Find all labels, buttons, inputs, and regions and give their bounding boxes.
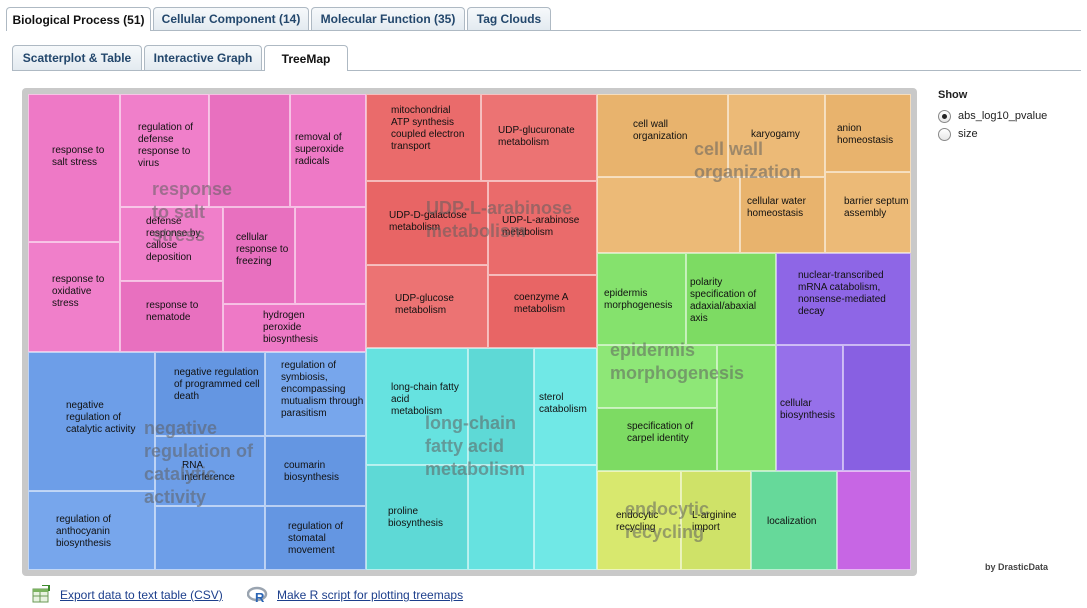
tab-tag-clouds[interactable]: Tag Clouds <box>467 7 551 30</box>
r-logo-icon[interactable]: R <box>246 585 269 605</box>
treemap-cell[interactable]: UDP-D-galactose metabolism <box>366 181 488 265</box>
treemap-cell[interactable]: defense response by callose deposition <box>120 207 223 281</box>
treemap-cell[interactable]: cell wall organization <box>597 94 728 177</box>
treemap-cell[interactable]: response to salt stress <box>28 94 120 242</box>
treemap-cell[interactable] <box>837 471 911 570</box>
treemap-cell[interactable] <box>468 348 534 465</box>
treemap-cell[interactable]: barrier septum assembly <box>825 172 911 253</box>
treemap-cell[interactable]: nuclear-transcribed mRNA catabolism, non… <box>776 253 911 345</box>
treemap: response to salt stress regulation of de… <box>28 94 911 570</box>
treemap-cell[interactable] <box>295 207 366 304</box>
tab-cellular-component[interactable]: Cellular Component (14) <box>153 7 309 30</box>
radio-icon[interactable] <box>938 127 951 141</box>
treemap-cell[interactable]: endocytic recycling <box>597 471 681 570</box>
svg-text:R: R <box>255 590 265 605</box>
treemap-cell[interactable]: UDP-glucose metabolism <box>366 265 488 348</box>
treemap-cell[interactable]: localization <box>751 471 837 570</box>
treemap-cell[interactable]: UDP-L-arabinose metabolism <box>488 181 597 275</box>
treemap-cell[interactable]: cellular biosynthesis <box>776 345 843 471</box>
treemap-cell[interactable]: coenzyme A metabolism <box>488 275 597 348</box>
treemap-cell[interactable] <box>717 345 776 471</box>
treemap-cell[interactable]: negative regulation of catalytic activit… <box>28 352 155 491</box>
tab-bar-divider <box>6 30 1081 31</box>
treemap-cell[interactable]: cellular response to freezing <box>223 207 295 304</box>
option-size[interactable]: size <box>938 125 1047 143</box>
treemap-cell[interactable]: cellular water homeostasis <box>740 177 825 253</box>
treemap-cell[interactable]: negative regulation of programmed cell d… <box>155 352 265 436</box>
treemap-cell[interactable]: coumarin biosynthesis <box>265 436 366 506</box>
treemap-cell[interactable]: specification of carpel identity <box>597 408 717 471</box>
r-script-link[interactable]: Make R script for plotting treemaps <box>277 588 463 602</box>
subtab-treemap[interactable]: TreeMap <box>264 45 348 71</box>
treemap-cell[interactable]: karyogamy <box>728 94 825 177</box>
treemap-cell[interactable] <box>155 506 265 570</box>
treemap-cell[interactable]: epidermis morphogenesis <box>597 253 686 345</box>
treemap-cell[interactable]: mitochondrial ATP synthesis coupled elec… <box>366 94 481 181</box>
treemap-cell[interactable]: regulation of defense response to virus <box>120 94 209 207</box>
option-label: size <box>958 128 978 140</box>
treemap-cell[interactable]: UDP-glucuronate metabolism <box>481 94 597 181</box>
option-label: abs_log10_pvalue <box>958 110 1048 122</box>
treemap-frame: response to salt stress regulation of de… <box>22 88 917 576</box>
treemap-cell[interactable]: removal of superoxide radicals <box>290 94 366 207</box>
radio-selected-icon[interactable] <box>938 109 951 123</box>
treemap-cell[interactable]: response to nematode <box>120 281 223 352</box>
export-link-row: Export data to text table (CSV) <box>30 584 223 605</box>
treemap-cell[interactable]: polarity specification of adaxial/abaxia… <box>686 253 776 345</box>
treemap-cell[interactable] <box>209 94 290 207</box>
treemap-cell[interactable] <box>597 177 740 253</box>
treemap-cell[interactable] <box>468 465 534 570</box>
treemap-cell[interactable] <box>534 465 597 570</box>
treemap-cell[interactable]: L-arginine import <box>681 471 751 570</box>
tab-biological-process[interactable]: Biological Process (51) <box>6 7 151 31</box>
treemap-cell[interactable]: long-chain fatty acid metabolism <box>366 348 468 465</box>
show-panel: Show abs_log10_pvalue size <box>938 89 1047 143</box>
rscript-link-row: R Make R script for plotting treemaps <box>246 585 463 605</box>
treemap-cell[interactable] <box>597 345 717 408</box>
treemap-cell[interactable]: regulation of stomatal movement <box>265 506 366 570</box>
export-csv-link[interactable]: Export data to text table (CSV) <box>60 588 223 602</box>
treemap-cell[interactable]: anion homeostasis <box>825 94 911 172</box>
treemap-cell[interactable]: regulation of symbiosis, encompassing mu… <box>265 352 366 436</box>
subtab-interactive-graph[interactable]: Interactive Graph <box>144 45 262 70</box>
option-abs-log10-pvalue[interactable]: abs_log10_pvalue <box>938 107 1047 125</box>
treemap-cell[interactable]: RNA interference <box>155 436 265 506</box>
tab-molecular-function[interactable]: Molecular Function (35) <box>311 7 465 30</box>
treemap-cell[interactable]: proline biosynthesis <box>366 465 468 570</box>
csv-export-icon[interactable] <box>30 584 52 605</box>
treemap-cell[interactable]: response to oxidative stress <box>28 242 120 352</box>
show-title: Show <box>938 89 968 101</box>
treemap-cell[interactable]: sterol catabolism <box>534 348 597 465</box>
treemap-cell[interactable]: regulation of anthocyanin biosynthesis <box>28 491 155 570</box>
subtab-scatterplot-table[interactable]: Scatterplot & Table <box>12 45 142 70</box>
subtab-bar-divider <box>12 70 1081 71</box>
treemap-cell[interactable]: hydrogen peroxide biosynthesis <box>223 304 366 352</box>
treemap-cell[interactable] <box>843 345 911 471</box>
credit-text: by DrasticData <box>985 562 1049 572</box>
